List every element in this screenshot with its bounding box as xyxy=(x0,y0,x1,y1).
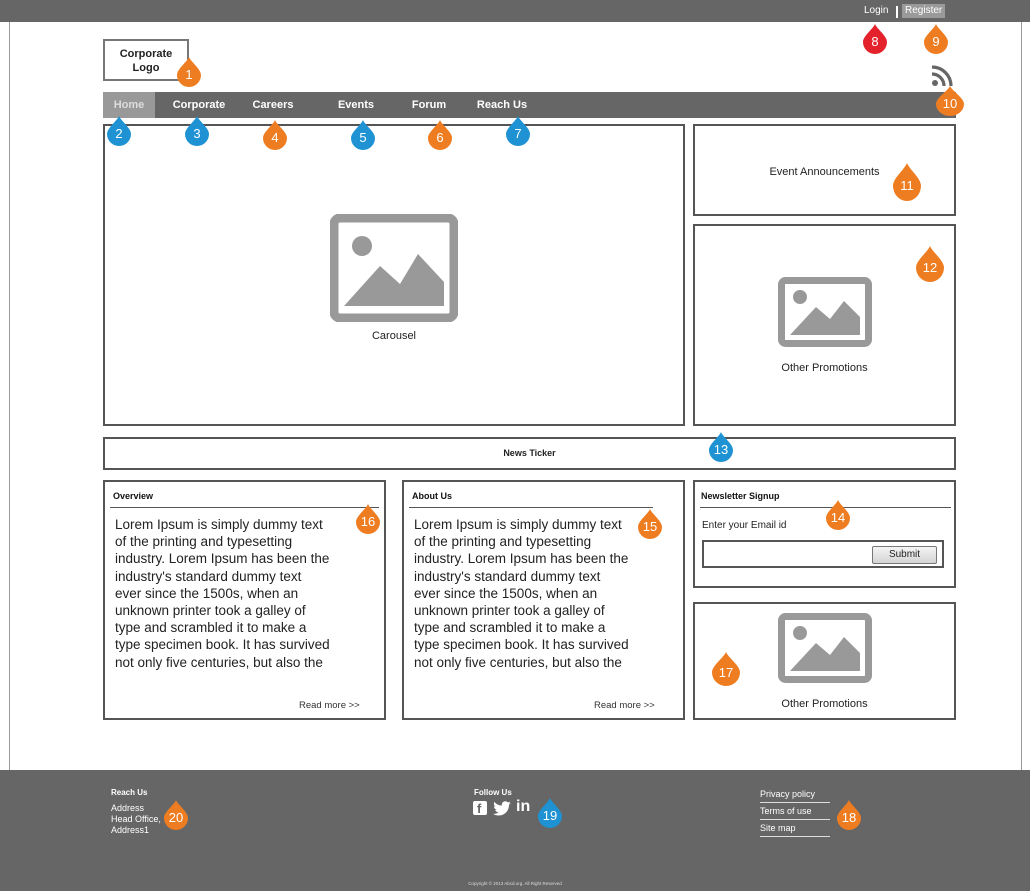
footer: Reach Us Address Head Office, Address1 F… xyxy=(0,770,1030,891)
image-placeholder-icon xyxy=(778,277,872,347)
annotation-marker: 5 xyxy=(351,120,375,150)
annotation-marker: 16 xyxy=(356,504,380,534)
annotation-marker: 9 xyxy=(924,24,948,54)
facebook-icon[interactable]: f xyxy=(473,801,487,816)
annotation-marker: 15 xyxy=(638,509,662,539)
overview-section: Overview Lorem Ipsum is simply dummy tex… xyxy=(103,480,386,720)
nav-events[interactable]: Events xyxy=(328,92,384,118)
linkedin-icon[interactable]: in xyxy=(516,798,530,816)
about-text: Lorem Ipsum is simply dummy text of the p… xyxy=(414,517,629,670)
news-ticker-label: News Ticker xyxy=(503,448,556,458)
annotation-marker: 8 xyxy=(863,24,887,54)
top-link-separator xyxy=(896,6,898,18)
email-label: Enter your Email id xyxy=(702,520,787,531)
overview-read-more-link[interactable]: Read more >> xyxy=(299,700,360,711)
news-ticker[interactable]: News Ticker xyxy=(103,437,956,470)
image-placeholder-icon xyxy=(330,214,458,322)
footer-address-1: Address xyxy=(111,803,145,813)
overview-title: Overview xyxy=(113,491,154,501)
footer-reach-title: Reach Us xyxy=(111,788,148,797)
newsletter-signup: Newsletter Signup Enter your Email id Su… xyxy=(693,480,956,588)
annotation-marker: 13 xyxy=(709,432,733,462)
footer-address-3: Address1 xyxy=(111,825,150,835)
annotation-marker: 4 xyxy=(263,120,287,150)
copyright-text: Copyright © 2013 Abcd.org. All Right Res… xyxy=(468,881,562,886)
submit-button[interactable]: Submit xyxy=(872,546,937,564)
footer-address-2: Head Office, xyxy=(111,814,161,824)
annotation-marker: 12 xyxy=(916,246,944,282)
logo-line-2: Logo xyxy=(132,62,160,74)
annotation-marker: 3 xyxy=(185,116,209,146)
overview-text: Lorem Ipsum is simply dummy text of the p… xyxy=(115,517,330,670)
nav-reach-us[interactable]: Reach Us xyxy=(469,92,535,118)
email-field[interactable]: Submit xyxy=(702,540,944,568)
annotation-marker: 7 xyxy=(506,116,530,146)
logo-line-1: Corporate xyxy=(119,48,173,60)
site-map-link[interactable]: Site map xyxy=(760,823,830,837)
privacy-policy-link[interactable]: Privacy policy xyxy=(760,789,830,803)
other-promotions-caption: Other Promotions xyxy=(781,362,868,374)
annotation-marker: 17 xyxy=(712,652,740,686)
annotation-marker: 14 xyxy=(826,500,850,530)
newsletter-title: Newsletter Signup xyxy=(701,491,780,501)
login-link[interactable]: Login xyxy=(864,4,888,18)
annotation-marker: 1 xyxy=(177,57,201,87)
about-title: About Us xyxy=(412,491,452,501)
image-placeholder-icon xyxy=(778,613,872,683)
annotation-marker: 2 xyxy=(107,116,131,146)
nav-home[interactable]: Home xyxy=(103,92,155,118)
annotation-marker: 6 xyxy=(428,120,452,150)
twitter-icon[interactable] xyxy=(491,801,513,817)
footer-follow-title: Follow Us xyxy=(474,788,512,797)
annotation-marker: 20 xyxy=(164,800,188,830)
rss-icon[interactable] xyxy=(930,64,954,88)
annotation-marker: 18 xyxy=(837,800,861,830)
overview-divider xyxy=(110,507,379,508)
carousel-caption: Carousel xyxy=(371,330,417,342)
other-promotions-caption: Other Promotions xyxy=(781,698,868,710)
main-nav: Home Corporate Careers Events Forum Reac… xyxy=(103,92,956,118)
nav-forum[interactable]: Forum xyxy=(401,92,457,118)
about-read-more-link[interactable]: Read more >> xyxy=(594,700,655,711)
annotation-marker: 19 xyxy=(538,798,562,828)
annotation-marker: 11 xyxy=(893,163,921,201)
carousel[interactable]: Carousel xyxy=(103,124,685,426)
nav-corporate[interactable]: Corporate xyxy=(163,92,235,118)
annotation-marker: 10 xyxy=(936,86,964,116)
nav-careers[interactable]: Careers xyxy=(245,92,301,118)
terms-of-use-link[interactable]: Terms of use xyxy=(760,806,830,820)
register-link[interactable]: Register xyxy=(902,4,946,18)
about-divider xyxy=(409,507,653,508)
